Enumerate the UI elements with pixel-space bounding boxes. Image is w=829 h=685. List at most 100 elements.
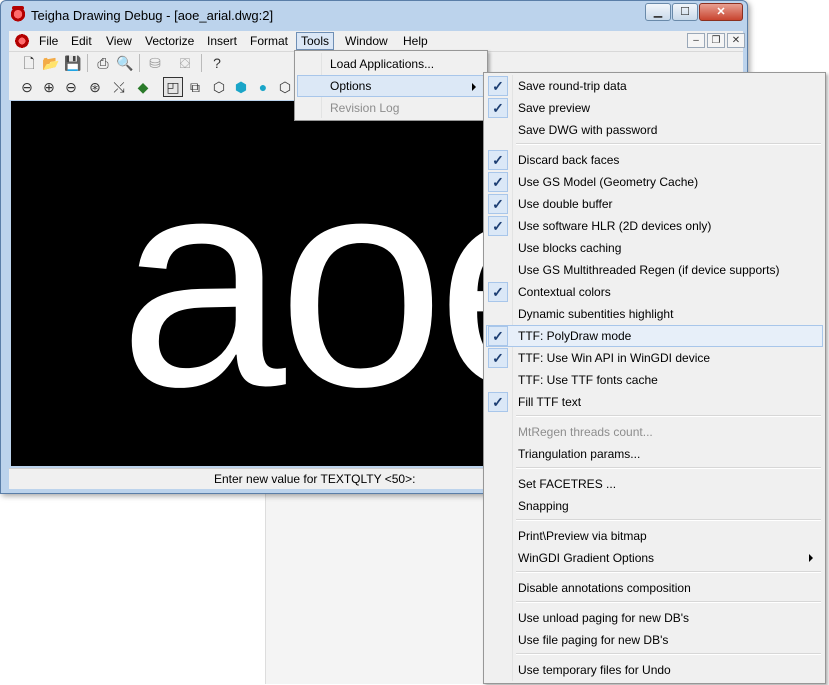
print-preview-icon[interactable]: 🔍: [115, 53, 135, 73]
submenu-arrow-icon: [472, 83, 476, 91]
options-menu-item[interactable]: Set FACETRES ...: [486, 473, 823, 495]
options-menu-item-label: Set FACETRES ...: [518, 477, 617, 491]
options-menu-item-label: Save preview: [518, 101, 591, 115]
options-menu-item[interactable]: ✓ Use GS Model (Geometry Cache): [486, 171, 823, 193]
options-menu-item[interactable]: WinGDI Gradient Options: [486, 547, 823, 569]
app-logo-icon[interactable]: [10, 6, 26, 23]
options-menu-item-label: MtRegen threads count...: [518, 425, 653, 439]
options-menu-item[interactable]: ✓ Use software HLR (2D devices only): [486, 215, 823, 237]
menu-format-label: Format: [250, 34, 289, 48]
menu-view-label: View: [106, 34, 132, 48]
zoom-in-icon[interactable]: ⊕: [39, 77, 59, 97]
mdi-close-button[interactable]: ✕: [727, 33, 745, 48]
zoom-extents-icon[interactable]: ⊛: [85, 77, 105, 97]
options-menu-item[interactable]: Snapping: [486, 495, 823, 517]
orbit-icon[interactable]: ⤯: [109, 77, 129, 97]
mdi-minimize-button[interactable]: –: [687, 33, 705, 48]
menu-item-load-applications[interactable]: Load Applications...: [297, 53, 485, 75]
flat-shaded-icon[interactable]: ⬢: [231, 77, 251, 97]
options-menu-item[interactable]: ✓ Save round-trip data: [486, 75, 823, 97]
options-menu-item[interactable]: ✓ Contextual colors: [486, 281, 823, 303]
zoom-out-icon[interactable]: ⊖: [61, 77, 81, 97]
drawing-text: aoe: [119, 113, 485, 449]
options-menu-item[interactable]: ✓ TTF: Use Win API in WinGDI device: [486, 347, 823, 369]
toolbar-separator: [139, 54, 140, 72]
menu-format[interactable]: Format: [246, 32, 292, 50]
options-menu-item[interactable]: ✓ Save preview: [486, 97, 823, 119]
zoom-window-icon[interactable]: ⊖: [17, 77, 37, 97]
checkmark-icon: ✓: [488, 348, 508, 368]
properties-icon[interactable]: ⛋: [175, 53, 195, 73]
menu-window-label: Window: [345, 34, 388, 48]
options-menu-item-label: Use software HLR (2D devices only): [518, 219, 712, 233]
drawing-canvas[interactable]: aoe: [11, 101, 485, 466]
options-menu-item[interactable]: ✓ Fill TTF text: [486, 391, 823, 413]
menu-file-label: File: [39, 34, 59, 48]
erase-icon[interactable]: ⛁: [145, 53, 165, 73]
menu-separator: [516, 467, 821, 469]
pan-icon[interactable]: ◆: [133, 77, 153, 97]
options-menu-item-label: Use GS Multithreaded Regen (if device su…: [518, 263, 780, 277]
menu-tools[interactable]: Tools: [296, 32, 335, 50]
toolbar-row-standard: 🗋 📂 💾 ⎙ 🔍 ⛁ ⛋ ?: [15, 53, 245, 75]
3d-wireframe-icon[interactable]: ⧉: [185, 77, 205, 97]
menu-file[interactable]: File: [35, 32, 62, 50]
menu-help-label: Help: [403, 34, 428, 48]
open-folder-icon[interactable]: 📂: [41, 53, 61, 73]
close-button[interactable]: ✕: [699, 3, 743, 21]
menu-window[interactable]: Window: [341, 32, 392, 50]
menu-edit-label: Edit: [71, 34, 92, 48]
checkmark-icon: ✓: [488, 194, 508, 214]
options-menu-item-label: Dynamic subentities highlight: [518, 307, 674, 321]
menu-insert[interactable]: Insert: [203, 32, 241, 50]
menu-view[interactable]: View: [102, 32, 136, 50]
options-menu-item-label: TTF: Use TTF fonts cache: [518, 373, 658, 387]
menu-insert-label: Insert: [207, 34, 238, 48]
menu-help[interactable]: Help: [399, 32, 432, 50]
options-menu-item[interactable]: Use temporary files for Undo: [486, 659, 823, 681]
maximize-button[interactable]: ☐: [672, 3, 698, 21]
options-menu-item[interactable]: ✓ Discard back faces: [486, 149, 823, 171]
options-menu-item[interactable]: Triangulation params...: [486, 443, 823, 465]
options-menu-item[interactable]: Use blocks caching: [486, 237, 823, 259]
save-icon[interactable]: 💾: [63, 53, 83, 73]
minimize-button[interactable]: ▁: [645, 3, 671, 21]
menu-separator: [516, 519, 821, 521]
2d-wireframe-icon[interactable]: ◰: [163, 77, 183, 97]
mdi-restore-button[interactable]: ❐: [707, 33, 725, 48]
menu-item-options[interactable]: Options: [297, 75, 485, 97]
checkmark-icon: ✓: [488, 76, 508, 96]
tools-menu: Load Applications... Options Revision Lo…: [294, 50, 488, 121]
options-menu-item[interactable]: ✓ TTF: PolyDraw mode: [486, 325, 823, 347]
checkmark-icon: ✓: [488, 216, 508, 236]
options-menu-item[interactable]: Use GS Multithreaded Regen (if device su…: [486, 259, 823, 281]
options-menu-item[interactable]: Print\Preview via bitmap: [486, 525, 823, 547]
options-menu-item[interactable]: Use file paging for new DB's: [486, 629, 823, 651]
title-bar[interactable]: Teigha Drawing Debug - [aoe_arial.dwg:2]…: [1, 1, 747, 29]
options-menu-item[interactable]: Dynamic subentities highlight: [486, 303, 823, 325]
options-menu-item-label: Use temporary files for Undo: [518, 663, 671, 677]
menu-edit[interactable]: Edit: [67, 32, 96, 50]
menu-vectorize[interactable]: Vectorize: [141, 32, 198, 50]
menu-item-revision-log[interactable]: Revision Log: [297, 97, 485, 119]
options-menu-item[interactable]: MtRegen threads count...: [486, 421, 823, 443]
menu-item-label: Options: [330, 79, 372, 93]
checkmark-icon: ✓: [488, 392, 508, 412]
options-menu-item-label: WinGDI Gradient Options: [518, 551, 655, 565]
print-icon[interactable]: ⎙: [93, 53, 113, 73]
options-menu-item[interactable]: TTF: Use TTF fonts cache: [486, 369, 823, 391]
options-menu-item[interactable]: ✓ Use double buffer: [486, 193, 823, 215]
new-file-icon[interactable]: 🗋: [19, 53, 39, 73]
options-menu-item[interactable]: Disable annotations composition: [486, 577, 823, 599]
options-menu-item-label: Discard back faces: [518, 153, 620, 167]
toolbar-separator: [201, 54, 202, 72]
hidden-line-icon[interactable]: ⬡: [209, 77, 229, 97]
render-icon[interactable]: ⬡: [275, 77, 295, 97]
gouraud-shaded-icon[interactable]: ●: [253, 77, 273, 97]
menu-item-label: Revision Log: [330, 101, 400, 115]
document-icon[interactable]: [14, 33, 30, 49]
options-menu-item[interactable]: Use unload paging for new DB's: [486, 607, 823, 629]
options-menu-item[interactable]: Save DWG with password: [486, 119, 823, 141]
help-icon[interactable]: ?: [207, 53, 227, 73]
checkmark-icon: ✓: [488, 150, 508, 170]
